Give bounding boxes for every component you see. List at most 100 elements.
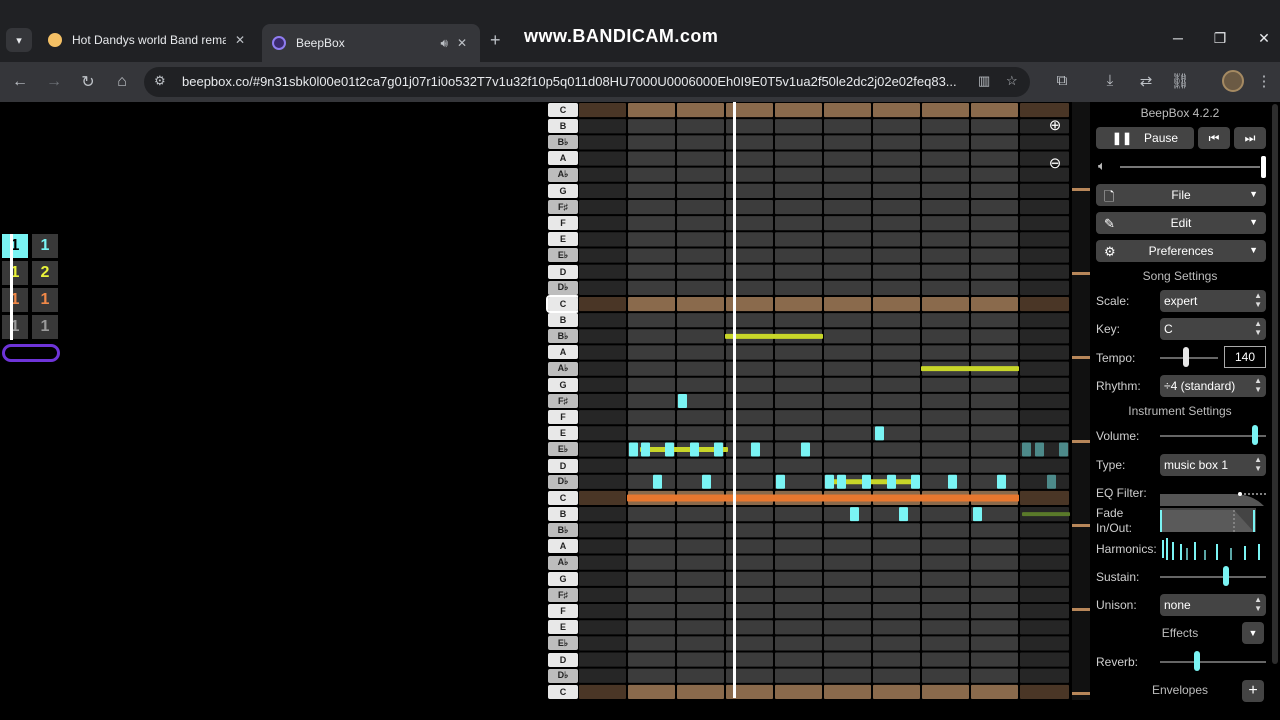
piano-key[interactable]: G	[548, 571, 578, 586]
piano-key[interactable]: F♯	[548, 199, 578, 214]
reverb-slider[interactable]	[1160, 661, 1266, 663]
tab-hot-dandys[interactable]: Hot Dandys world Band remaste ✕	[38, 24, 258, 56]
piano-key[interactable]: B♭	[548, 523, 578, 538]
piano-key[interactable]: E	[548, 426, 578, 441]
piano-key[interactable]: A	[548, 539, 578, 554]
scale-select[interactable]: expert ▲ ▼	[1160, 290, 1266, 312]
new-tab-plus-icon[interactable]: +	[490, 30, 501, 51]
pattern-cell[interactable]: 1	[2, 261, 28, 285]
eq-filter-graph[interactable]	[1160, 488, 1266, 506]
note-grid[interactable]	[578, 102, 1070, 700]
piano-key[interactable]: D♭	[548, 474, 578, 489]
instrument-volume-slider[interactable]	[1160, 435, 1266, 437]
speaker-icon[interactable]: 🔊︎	[440, 36, 448, 51]
piano-key[interactable]: F	[548, 604, 578, 619]
piano-key[interactable]: E♭	[548, 442, 578, 457]
pattern-cell[interactable]: 1	[32, 234, 58, 258]
piano-key[interactable]: C	[548, 490, 578, 505]
window-close-icon[interactable]: ✕	[1254, 30, 1274, 47]
sustain-slider[interactable]	[1160, 576, 1266, 578]
pattern-cell[interactable]: 1	[32, 315, 58, 339]
tab-beepbox[interactable]: BeepBox 🔊︎ ✕	[262, 24, 480, 62]
piano-keys[interactable]: C B B♭ A A♭ G F♯ F E E♭ D D♭ C B B♭ A A♭ G F♯ F E E♭ D D♭ C B B♭ A A…	[546, 102, 580, 700]
close-icon[interactable]: ✕	[454, 36, 470, 50]
page-scrollbar-thumb[interactable]	[1272, 104, 1278, 664]
piano-key[interactable]: A	[548, 345, 578, 360]
piano-key[interactable]: B	[548, 119, 578, 134]
profile-avatar[interactable]	[1222, 70, 1244, 92]
share-link-icon[interactable]: ⛓	[1170, 72, 1190, 90]
unison-select[interactable]: none ▲ ▼	[1160, 594, 1266, 616]
fade-graph[interactable]	[1160, 508, 1256, 532]
piano-key[interactable]: G	[548, 183, 578, 198]
restore-icon[interactable]: ❐	[1210, 30, 1230, 47]
master-volume-thumb[interactable]	[1261, 156, 1266, 178]
site-info-icon[interactable]: ⚙	[154, 73, 166, 89]
pattern-cell[interactable]: 1	[2, 315, 28, 339]
download-icon[interactable]: ⤓	[1100, 72, 1120, 89]
instrument-type-select[interactable]: music box 1 ▲ ▼	[1160, 454, 1266, 476]
file-menu[interactable]: 🗋 File ▼	[1096, 184, 1266, 206]
url-text[interactable]: beepbox.co/#9n31sbk0l00e01t2ca7g01j07r1i…	[182, 74, 972, 89]
edit-menu[interactable]: ✎ Edit ▼	[1096, 212, 1266, 234]
zoom-out-icon[interactable]: ⊖	[1044, 152, 1066, 174]
piano-key[interactable]: B	[548, 507, 578, 522]
rhythm-select[interactable]: ÷4 (standard) ▲ ▼	[1160, 375, 1266, 397]
piano-key[interactable]: F♯	[548, 587, 578, 602]
piano-key[interactable]: C	[548, 103, 578, 117]
pattern-cell[interactable]: 2	[32, 261, 58, 285]
sustain-slider-thumb[interactable]	[1222, 566, 1229, 586]
address-bar[interactable]: ⚙ beepbox.co/#9n31sbk0l00e01t2ca7g01j07r…	[144, 67, 1030, 97]
close-icon[interactable]: ✕	[232, 33, 248, 47]
translate-icon[interactable]: ⇄	[1136, 72, 1156, 90]
instrument-volume-thumb[interactable]	[1252, 425, 1259, 445]
piano-key[interactable]: F	[548, 216, 578, 231]
pattern-selection-box[interactable]	[2, 344, 60, 362]
piano-key[interactable]: F	[548, 410, 578, 425]
add-envelope-button[interactable]: +	[1242, 680, 1264, 702]
home-icon[interactable]: ⌂	[110, 70, 134, 94]
preferences-menu[interactable]: ⚙ Preferences ▼	[1096, 240, 1266, 262]
pattern-cell[interactable]: 1	[2, 234, 28, 258]
bookmark-star-icon[interactable]: ☆	[1006, 73, 1018, 89]
zoom-in-icon[interactable]: ⊕	[1044, 114, 1066, 136]
piano-key[interactable]: E	[548, 620, 578, 635]
piano-key[interactable]: E♭	[548, 636, 578, 651]
previous-bar-button[interactable]: ⏮	[1198, 127, 1230, 149]
more-menu-icon[interactable]: ⋮	[1254, 72, 1274, 90]
piano-key[interactable]: E♭	[548, 248, 578, 263]
piano-key[interactable]: A♭	[548, 555, 578, 570]
piano-key[interactable]: A	[548, 151, 578, 166]
piano-key[interactable]: D	[548, 458, 578, 473]
harmonics-graph[interactable]	[1160, 536, 1266, 562]
reading-mode-icon[interactable]: ▥	[978, 73, 990, 89]
back-arrow-icon[interactable]: ←	[8, 70, 32, 94]
piano-key[interactable]: A♭	[548, 361, 578, 376]
next-bar-button[interactable]: ⏭	[1234, 127, 1266, 149]
piano-key[interactable]: B♭	[548, 329, 578, 344]
piano-key[interactable]: C	[546, 294, 580, 313]
piano-key[interactable]: A♭	[548, 167, 578, 182]
key-select[interactable]: C ▲ ▼	[1160, 318, 1266, 340]
piano-key[interactable]: D	[548, 264, 578, 279]
piano-key[interactable]: B♭	[548, 135, 578, 150]
piano-key[interactable]: B	[548, 313, 578, 328]
piano-key[interactable]: F♯	[548, 393, 578, 408]
tempo-slider-thumb[interactable]	[1183, 347, 1190, 367]
effects-dropdown-button[interactable]: ▼	[1242, 622, 1264, 644]
forward-arrow-icon[interactable]: →	[42, 70, 66, 94]
piano-key[interactable]: E	[548, 232, 578, 247]
extensions-icon[interactable]: ⧉	[1052, 72, 1072, 89]
pattern-cell[interactable]: 1	[2, 288, 28, 312]
master-volume-slider[interactable]	[1120, 166, 1260, 168]
pause-button[interactable]: ❚❚ Pause	[1096, 127, 1194, 149]
octave-scrollbar[interactable]	[1072, 102, 1090, 700]
piano-key[interactable]: D♭	[548, 668, 578, 683]
reload-icon[interactable]: ↻	[76, 70, 100, 94]
piano-key[interactable]: D♭	[548, 280, 578, 295]
reverb-slider-thumb[interactable]	[1194, 651, 1201, 671]
minimize-icon[interactable]: ─	[1168, 30, 1188, 46]
tab-search-dropdown-icon[interactable]: ▾	[6, 28, 32, 52]
playhead[interactable]	[733, 102, 736, 698]
piano-key[interactable]: C	[548, 684, 578, 699]
